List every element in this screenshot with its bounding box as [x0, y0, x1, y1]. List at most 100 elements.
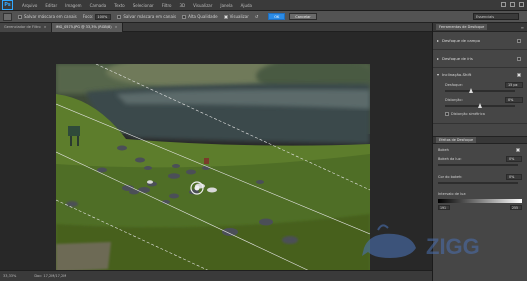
preview-label: Visualizar: [229, 14, 249, 19]
expand-icon[interactable]: ▸: [437, 38, 439, 43]
collapse-icon[interactable]: ▾: [437, 72, 439, 77]
bokeh-color-row: Cor do bokeh: 0%: [433, 174, 527, 180]
save-mask-checkbox[interactable]: [117, 14, 122, 19]
photoshop-logo: Ps: [2, 0, 13, 10]
workspace-select[interactable]: Essenciais: [473, 13, 519, 20]
blur-amount-row: Desfoque: 15 px: [437, 82, 523, 88]
reset-icon[interactable]: ↺: [255, 14, 258, 19]
document-image[interactable]: [56, 64, 370, 274]
menu-3d[interactable]: 3D: [176, 3, 190, 8]
tab-blur-tools[interactable]: Ferramentas de Desfoque: [436, 24, 488, 30]
light-bokeh-label: Bokeh da luz:: [438, 157, 462, 161]
light-range-row: Intervalo de luz:: [433, 192, 527, 196]
minimize-icon[interactable]: [501, 2, 506, 7]
blur-tilt-shift-checkbox[interactable]: [517, 72, 521, 77]
save-mask-option[interactable]: Salvar máscara em canais: [117, 14, 176, 19]
light-range-gradient[interactable]: [438, 199, 522, 203]
save-mask-label: Salvar máscara em canais: [123, 14, 177, 19]
light-range-values: 191 255: [433, 205, 527, 210]
preview-checkbox[interactable]: [223, 14, 228, 19]
focus-input[interactable]: 100%: [95, 13, 112, 20]
panel-header: Ferramentas de Desfoque ≡: [433, 23, 527, 32]
blur-field-checkbox[interactable]: [517, 38, 521, 43]
effects-header: Efeitos de Desfoque: [433, 136, 527, 144]
menu-camada[interactable]: Camada: [86, 3, 111, 8]
range-low-input[interactable]: 191: [438, 205, 450, 210]
window-controls: [501, 2, 524, 7]
expand-icon[interactable]: ▸: [437, 56, 439, 61]
focus-label: Foco:: [82, 14, 94, 19]
distortion-row: Distorção: 0%: [437, 97, 523, 103]
doc-size: Doc: 17,2M/17,2M: [34, 274, 67, 278]
menu-visualizar[interactable]: Visualizar: [189, 3, 216, 8]
tab-document-1[interactable]: Gerenciador de Filtro ×: [0, 23, 52, 32]
blur-tilt-shift-label: Inclinação-Shift: [442, 72, 472, 77]
save-selection-option[interactable]: Salvar máscara em canais: [18, 14, 77, 19]
high-quality-label: Alta Qualidade: [188, 14, 218, 19]
save-selection-label: Salvar máscara em canais: [24, 14, 77, 19]
menu-filtro[interactable]: Filtro: [158, 3, 176, 8]
blur-iris-checkbox[interactable]: [517, 56, 521, 61]
blur-iris[interactable]: ▸ Desfoque de íris: [433, 50, 527, 68]
menu-selecionar[interactable]: Selecionar: [129, 3, 158, 8]
light-bokeh-input[interactable]: 0%: [506, 156, 522, 162]
menu-arquivo[interactable]: Arquivo: [18, 3, 41, 8]
menu-imagem[interactable]: Imagem: [61, 3, 85, 8]
range-high-input[interactable]: 255: [510, 205, 522, 210]
symmetric-checkbox[interactable]: [445, 112, 449, 116]
blur-field-label: Desfoque de campo: [442, 38, 481, 43]
high-quality-option[interactable]: Alta Qualidade: [182, 14, 218, 19]
menu-janela[interactable]: Janela: [216, 3, 236, 8]
bokeh-color-slider[interactable]: [438, 182, 518, 184]
bokeh-color-input[interactable]: 0%: [506, 174, 522, 180]
tab-blur-effects[interactable]: Efeitos de Desfoque: [436, 137, 477, 143]
distortion-slider[interactable]: [445, 103, 515, 108]
document-tabs: Gerenciador de Filtro × IMG_0575.JPG @ 3…: [0, 23, 432, 32]
photo-render: [56, 64, 370, 274]
menu-texto[interactable]: Texto: [110, 3, 129, 8]
watermark-text: ZIGG: [426, 234, 480, 259]
tab-document-2[interactable]: IMG_0575.JPG @ 33,3% (RGB/8) ×: [51, 23, 123, 32]
options-bar: Salvar máscara em canais Foco: 100% Salv…: [0, 11, 527, 23]
light-range-label: Intervalo de luz:: [438, 192, 467, 196]
preview-option[interactable]: Visualizar: [223, 14, 249, 19]
bokeh-row[interactable]: Bokeh: [433, 148, 527, 152]
menu-ajuda[interactable]: Ajuda: [237, 3, 256, 8]
distortion-label: Distorção:: [445, 98, 463, 102]
cancel-button[interactable]: Cancelar: [289, 13, 317, 20]
light-bokeh-row: Bokeh da luz: 0%: [433, 156, 527, 162]
light-bokeh-slider[interactable]: [438, 164, 518, 166]
save-selection-checkbox[interactable]: [18, 14, 22, 19]
whale-logo-icon: ZIGG: [362, 224, 480, 259]
tab-label: IMG_0575.JPG @ 33,3% (RGB/8): [55, 25, 112, 29]
close-icon[interactable]: [519, 2, 524, 7]
tab-label: Gerenciador de Filtro: [4, 25, 41, 29]
status-bar: 33,33% Doc: 17,2M/17,2M: [0, 270, 432, 281]
bokeh-checkbox[interactable]: [516, 148, 520, 152]
maximize-icon[interactable]: [510, 2, 515, 7]
panel-menu-icon[interactable]: ≡: [521, 25, 524, 30]
menu-editar[interactable]: Editar: [41, 3, 61, 8]
blur-amount-label: Desfoque:: [445, 83, 463, 87]
menu-bar: Ps Arquivo Editar Imagem Camada Texto Se…: [0, 0, 527, 11]
bokeh-color-label: Cor do bokeh:: [438, 175, 463, 179]
blur-pin-inner: [194, 185, 200, 191]
slider-knob[interactable]: [469, 88, 473, 93]
close-tab-icon[interactable]: ×: [44, 23, 47, 32]
blur-amount-slider[interactable]: [445, 88, 515, 93]
blur-tilt-shift: ▾ Inclinação-Shift Desfoque: 15 px Disto…: [433, 68, 527, 124]
zigg-watermark: ZIGG: [360, 218, 520, 266]
blur-field[interactable]: ▸ Desfoque de campo: [433, 32, 527, 50]
blur-iris-label: Desfoque de íris: [442, 56, 473, 61]
slider-knob[interactable]: [478, 103, 482, 108]
bokeh-label: Bokeh: [438, 148, 449, 152]
ok-button[interactable]: OK: [268, 13, 286, 20]
close-tab-icon[interactable]: ×: [115, 23, 118, 32]
blur-amount-input[interactable]: 15 px: [505, 82, 523, 88]
zoom-level[interactable]: 33,33%: [3, 274, 16, 278]
symmetric-label: Distorção simétrica: [451, 112, 485, 116]
distortion-input[interactable]: 0%: [505, 97, 523, 103]
blur-tool-icon[interactable]: [3, 12, 12, 21]
high-quality-checkbox[interactable]: [182, 14, 187, 19]
symmetric-distortion[interactable]: Distorção simétrica: [437, 112, 523, 116]
